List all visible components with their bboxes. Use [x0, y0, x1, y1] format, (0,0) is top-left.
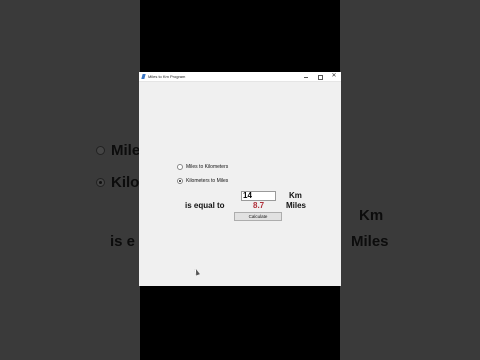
feather-icon	[141, 74, 146, 79]
close-button[interactable]: ✕	[327, 72, 341, 81]
option-label: Kilometers to Miles	[186, 178, 229, 184]
background-radio-selected-icon	[96, 178, 105, 187]
calculate-button[interactable]: Calculate	[234, 212, 282, 221]
background-radio-icon	[96, 146, 105, 155]
app-window: Miles to Km Program ✕ Miles to Kilometer…	[139, 72, 341, 286]
minimize-button[interactable]	[299, 72, 313, 81]
result-unit-label: Miles	[286, 201, 307, 210]
background-equal-label: is e	[110, 233, 136, 250]
distance-input[interactable]: 14	[241, 191, 276, 201]
background-option-label: Miles	[111, 142, 140, 159]
title-bar[interactable]: Miles to Km Program ✕	[139, 72, 341, 82]
background-zoom-right: Km Miles	[340, 0, 480, 360]
input-unit-label: Km	[289, 191, 302, 200]
radio-selected-icon[interactable]	[177, 178, 183, 184]
background-result-unit-label: Miles	[351, 233, 389, 250]
equal-label: is equal to	[185, 201, 225, 210]
mouse-cursor-icon	[194, 268, 200, 276]
background-option-label: Kilom	[111, 174, 140, 191]
background-zoom-left: Miles Kilom is e	[0, 0, 140, 360]
window-title: Miles to Km Program	[148, 74, 186, 79]
background-unit-label: Km	[359, 207, 384, 224]
radio-icon[interactable]	[177, 164, 183, 170]
maximize-button[interactable]	[313, 72, 327, 81]
result-value: 8.7	[253, 201, 265, 210]
option-label: Miles to Kilometers	[186, 164, 229, 170]
